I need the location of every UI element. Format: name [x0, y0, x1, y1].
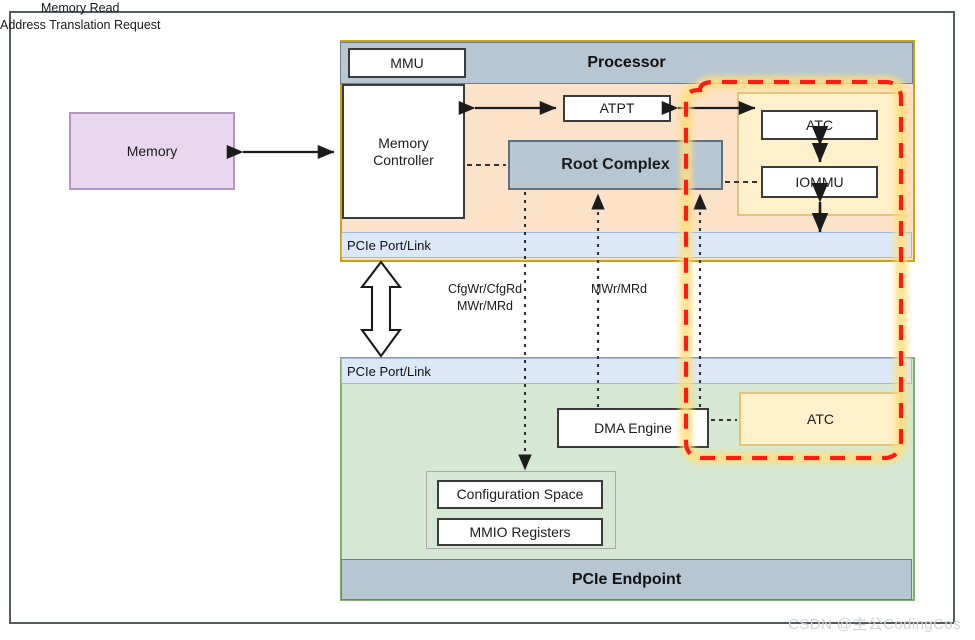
root-complex-label: Root Complex [561, 155, 670, 173]
endpoint-pcie-port-link-label: PCIe Port/Link [347, 363, 431, 379]
mmu-label: MMU [390, 54, 424, 71]
iommu-label: IOMMU [795, 173, 844, 190]
processor-atc-block: ATC [761, 110, 878, 140]
endpoint-atc-label: ATC [807, 410, 834, 427]
processor-pcie-port-link-label: PCIe Port/Link [347, 237, 431, 253]
diagram-canvas: Memory Processor MMU Memory Controller A… [0, 0, 975, 640]
atpt-block: ATPT [563, 95, 671, 122]
processor-atc-label: ATC [806, 116, 833, 133]
dma-engine-label: DMA Engine [594, 419, 672, 436]
watermark: CSDN @主公CodingCos [788, 616, 961, 633]
root-complex-block: Root Complex [508, 140, 723, 190]
dma-engine-block: DMA Engine [557, 408, 709, 448]
endpoint-atc-block: ATC [739, 392, 902, 446]
endpoint-pcie-port-link: PCIe Port/Link [341, 358, 912, 384]
iommu-block: IOMMU [761, 166, 878, 198]
configuration-space-label: Configuration Space [456, 486, 584, 503]
configuration-space-block: Configuration Space [437, 480, 603, 509]
link-label-memory-read: Memory Read Address Translation Request [0, 1, 161, 32]
endpoint-title: PCIe Endpoint [341, 559, 912, 600]
mmio-registers-block: MMIO Registers [437, 518, 603, 546]
atpt-label: ATPT [599, 100, 635, 117]
memory-block: Memory [69, 112, 235, 190]
mmio-registers-label: MMIO Registers [469, 523, 571, 540]
link-label-mwr: MWr/MRd [590, 282, 647, 296]
link-label-cfg: CfgWr/CfgRd MWr/MRd [447, 282, 523, 313]
memory-controller-block: Memory Controller [342, 84, 465, 219]
memory-label: Memory [126, 142, 178, 159]
mmu-block: MMU [348, 48, 466, 78]
processor-pcie-port-link: PCIe Port/Link [341, 232, 912, 258]
memory-controller-label: Memory Controller [373, 134, 434, 168]
